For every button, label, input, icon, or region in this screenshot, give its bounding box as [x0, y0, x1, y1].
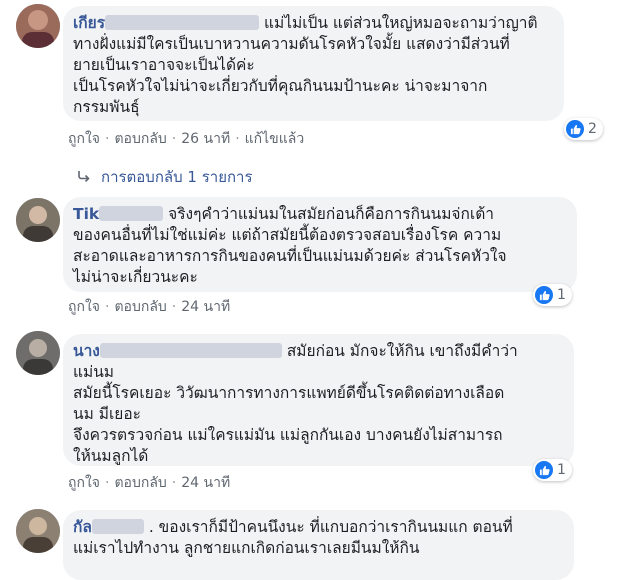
comment-text: ยายเป็นเราอาจจะเป็นได้ค่ะ: [73, 56, 255, 74]
comment-text: ทางฝั่งแม่มีใครเป็นเบาหวานความดันโรคหัวใ…: [73, 35, 510, 53]
reaction-number: 2: [588, 121, 597, 137]
comment-actions: ถูกใจ · ตอบกลับ · 24 นาที: [68, 296, 230, 318]
redacted-name: [99, 206, 164, 221]
reaction-count[interactable]: 1: [533, 284, 572, 306]
reaction-number: 1: [557, 287, 566, 303]
reaction-number: 1: [557, 462, 566, 478]
redacted-name: [99, 343, 282, 358]
redacted-name: [91, 519, 144, 534]
redacted-name: [105, 15, 260, 30]
like-button[interactable]: ถูกใจ: [68, 475, 100, 491]
comment-text: ของคนอื่นที่ไม่ใช่แม่ค่ะ แต่ถ้าสมัยนี้ต้…: [73, 226, 502, 244]
comment-bubble: เกียร แม่ไม่เป็น แต่ส่วนใหญ่หมอจะถามว่าญ…: [63, 6, 564, 121]
like-icon: [535, 286, 553, 304]
comment-text: จริงๆคำว่าแม่นมในสมัยก่อนก็คือการกินนมจ่…: [168, 205, 494, 223]
avatar[interactable]: [16, 4, 60, 48]
like-button[interactable]: ถูกใจ: [68, 131, 100, 147]
edited-label[interactable]: แก้ไขแล้ว: [245, 131, 305, 147]
comment-text: สมัยนี้โรคเยอะ วิวัฒนาการทางการแพทย์ดีขึ…: [73, 384, 505, 402]
comment-text: สะอาดและอาหารการกินของคนที่เป็นแม่นมด้วย…: [73, 247, 507, 265]
separator-dot: ·: [171, 475, 177, 491]
timestamp[interactable]: 24 นาที: [181, 475, 230, 491]
comment-text: สมัยก่อน มักจะให้กิน เขาถึงมีคำว่า: [286, 342, 518, 360]
comment-bubble: นาง สมัยก่อน มักจะให้กิน เขาถึงมีคำว่า แ…: [63, 334, 574, 466]
comment-text: เป็นโรคหัวใจไม่น่าจะเกี่ยวกับที่คุณกินนม…: [73, 77, 488, 95]
comment-text: แม่เราไปทำงาน ลูกชายแกเกิดก่อนเราเลยมีนม…: [73, 539, 420, 557]
view-replies-link[interactable]: การตอบกลับ 1 รายการ: [77, 165, 253, 189]
comment-actions: ถูกใจ · ตอบกลับ · 24 นาที: [68, 472, 230, 494]
reply-button[interactable]: ตอบกลับ: [114, 131, 166, 147]
comment-text: กรรมพันธุ์: [73, 98, 140, 116]
timestamp[interactable]: 26 นาที: [181, 131, 230, 147]
avatar[interactable]: [16, 331, 60, 375]
commenter-name[interactable]: เกียร: [73, 14, 105, 32]
comment-text: แม่ไม่เป็น แต่ส่วนใหญ่หมอจะถามว่าญาติ: [264, 14, 538, 32]
timestamp[interactable]: 24 นาที: [181, 299, 230, 315]
separator-dot: ·: [105, 475, 110, 491]
separator-dot: ·: [105, 131, 110, 147]
comment-text: ให้นมลูกได้: [73, 447, 149, 465]
reaction-count[interactable]: 2: [564, 118, 603, 140]
comment-text: จึงควรตรวจก่อน แม่ใครแม่มัน แม่ลูกกันเอง…: [73, 426, 503, 444]
separator-dot: ·: [235, 131, 240, 147]
comment-text: นม มีเยอะ: [73, 405, 141, 423]
like-button[interactable]: ถูกใจ: [68, 299, 100, 315]
separator-dot: ·: [171, 299, 177, 315]
commenter-name[interactable]: กัล: [73, 518, 92, 536]
like-icon: [566, 120, 584, 138]
comment-text: ไม่น่าจะเกี่ยวนะคะ: [73, 268, 198, 286]
comment-actions: ถูกใจ · ตอบกลับ · 26 นาที · แก้ไขแล้ว: [68, 128, 304, 150]
reaction-count[interactable]: 1: [533, 459, 572, 481]
commenter-name[interactable]: นาง: [73, 342, 100, 360]
separator-dot: ·: [171, 131, 177, 147]
comment-bubble: กัล . ของเราก็มีป้าคนนึงนะ ที่แกบอกว่าเร…: [63, 510, 574, 580]
comment-text: แม่นม: [73, 363, 115, 381]
separator-dot: ·: [105, 299, 110, 315]
avatar[interactable]: [16, 509, 60, 553]
replies-label[interactable]: การตอบกลับ 1 รายการ: [101, 168, 253, 186]
like-icon: [535, 461, 553, 479]
reply-button[interactable]: ตอบกลับ: [114, 475, 166, 491]
avatar[interactable]: [16, 198, 60, 242]
comment-bubble: Tik จริงๆคำว่าแม่นมในสมัยก่อนก็คือการกิน…: [63, 197, 577, 292]
comment-text: . ของเราก็มีป้าคนนึงนะ ที่แกบอกว่าเรากิน…: [148, 518, 513, 536]
reply-button[interactable]: ตอบกลับ: [114, 299, 166, 315]
commenter-name[interactable]: Tik: [73, 205, 99, 223]
reply-arrow-icon: [77, 168, 91, 186]
